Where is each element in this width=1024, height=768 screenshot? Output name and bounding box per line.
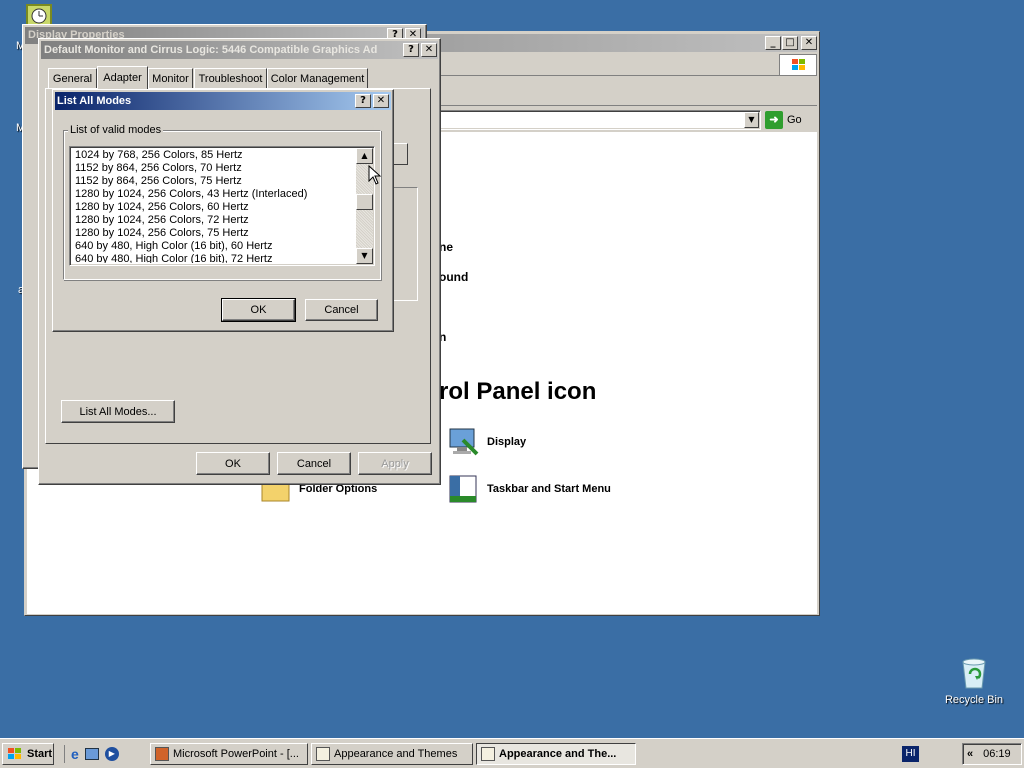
mouse-cursor-icon [368, 165, 382, 185]
tab-color-management[interactable]: Color Management [267, 68, 368, 88]
mode-list-item[interactable]: 1280 by 1024, 256 Colors, 75 Hertz [71, 227, 355, 240]
go-arrow-icon: ➜ [765, 111, 783, 129]
mode-list-item[interactable]: 1152 by 864, 256 Colors, 75 Hertz [71, 175, 355, 188]
taskbar-button-label: Microsoft PowerPoint - [... [173, 748, 299, 760]
taskbar-start-menu-item[interactable]: Taskbar and Start Menu [447, 472, 667, 506]
apply-button[interactable]: Apply [358, 452, 432, 475]
display-label: Display [487, 436, 527, 448]
taskbar-button-label: Appearance and The... [499, 748, 617, 760]
taskbar-button[interactable]: Microsoft PowerPoint - [... [150, 743, 308, 765]
ie-icon[interactable]: e [71, 746, 79, 762]
mode-list-item[interactable]: 1152 by 864, 256 Colors, 70 Hertz [71, 162, 355, 175]
modes-group-label: List of valid modes [68, 124, 164, 136]
start-label: Start [27, 748, 53, 760]
list-all-modes-titlebar: List All Modes [55, 92, 391, 110]
mode-list-item[interactable]: 1280 by 1024, 256 Colors, 72 Hertz [71, 214, 355, 227]
taskbar-button-label: Appearance and Themes [334, 748, 458, 760]
go-label: Go [787, 114, 802, 126]
cancel-button[interactable]: Cancel [277, 452, 351, 475]
control-panel-icon [481, 747, 495, 761]
quick-launch: e ▶ [64, 745, 136, 763]
maximize-button[interactable]: □ [782, 36, 798, 50]
windows-flag-icon [8, 748, 21, 759]
go-button[interactable]: ➜ Go [765, 110, 815, 130]
powerpoint-icon [155, 747, 169, 761]
properties-button-partial[interactable] [392, 143, 408, 165]
tray-expand-chevron[interactable]: « [967, 748, 973, 760]
partial-label-2: ound [439, 270, 469, 284]
list-all-modes-button[interactable]: List All Modes... [61, 400, 175, 423]
help-button[interactable]: ? [355, 94, 371, 108]
display-icon [449, 428, 479, 456]
mode-list-item[interactable]: 1280 by 1024, 256 Colors, 60 Hertz [71, 201, 355, 214]
taskbar: Start e ▶ Microsoft PowerPoint - [... App… [0, 738, 1024, 768]
system-tray: « 06:19 [962, 743, 1022, 765]
address-input[interactable]: ▼ [405, 110, 761, 130]
recycle-bin-icon [962, 658, 986, 689]
scroll-up-button[interactable]: ▲ [356, 148, 373, 164]
mode-list-item[interactable]: 1024 by 768, 256 Colors, 85 Hertz [71, 149, 355, 162]
partial-label-1: ne [439, 240, 454, 254]
tab-monitor[interactable]: Monitor [148, 68, 193, 88]
taskbar-button[interactable]: Appearance and The... [476, 743, 636, 765]
media-player-icon[interactable]: ▶ [104, 747, 119, 761]
recycle-bin-label: Recycle Bin [944, 694, 1004, 706]
taskbar-icon [449, 475, 477, 503]
control-panel-icon [316, 747, 330, 761]
clock-icon [31, 8, 47, 24]
adapter-titlebar: Default Monitor and Cirrus Logic: 5446 C… [41, 41, 438, 59]
windows-logo-icon [779, 54, 817, 76]
address-dropdown-button[interactable]: ▼ [744, 112, 759, 128]
taskbar-start-menu-label: Taskbar and Start Menu [487, 483, 611, 495]
close-button[interactable]: ✕ [373, 94, 389, 108]
taskbar-button[interactable]: Appearance and Themes [311, 743, 473, 765]
list-all-modes-dialog: List All Modes ? ✕ List of valid modes 1… [52, 89, 394, 332]
list-modes-ok-button[interactable]: OK [221, 298, 296, 322]
tab-general[interactable]: General [48, 68, 97, 88]
outlook-express-icon[interactable] [84, 748, 99, 760]
scroll-down-button[interactable]: ▼ [356, 248, 373, 264]
tab-adapter[interactable]: Adapter [97, 66, 148, 89]
list-modes-cancel-button[interactable]: Cancel [305, 299, 378, 321]
help-button[interactable]: ? [403, 43, 419, 57]
scroll-thumb[interactable] [356, 194, 373, 210]
list-all-modes-title: List All Modes [57, 95, 132, 107]
close-button[interactable]: ✕ [421, 43, 437, 57]
close-button[interactable]: ✕ [801, 36, 817, 50]
clock[interactable]: 06:19 [983, 748, 1011, 760]
start-button[interactable]: Start [2, 743, 54, 765]
section-heading: rol Panel icon [439, 378, 597, 405]
tab-troubleshoot[interactable]: Troubleshoot [194, 68, 267, 88]
mode-list-item[interactable]: 640 by 480, High Color (16 bit), 72 Hert… [71, 253, 355, 263]
adapter-title: Default Monitor and Cirrus Logic: 5446 C… [44, 44, 378, 56]
display-item[interactable]: Display [447, 425, 647, 459]
modes-listbox[interactable]: 1024 by 768, 256 Colors, 85 Hertz 1152 by… [69, 146, 375, 266]
ok-button[interactable]: OK [196, 452, 270, 475]
mode-list-item[interactable]: 640 by 480, High Color (16 bit), 60 Hert… [71, 240, 355, 253]
language-indicator[interactable]: HI [902, 746, 919, 762]
recycle-bin[interactable]: Recycle Bin [940, 656, 1008, 712]
mode-list-item[interactable]: 1280 by 1024, 256 Colors, 43 Hertz (Inte… [71, 188, 355, 201]
minimize-button[interactable]: _ [765, 36, 781, 50]
